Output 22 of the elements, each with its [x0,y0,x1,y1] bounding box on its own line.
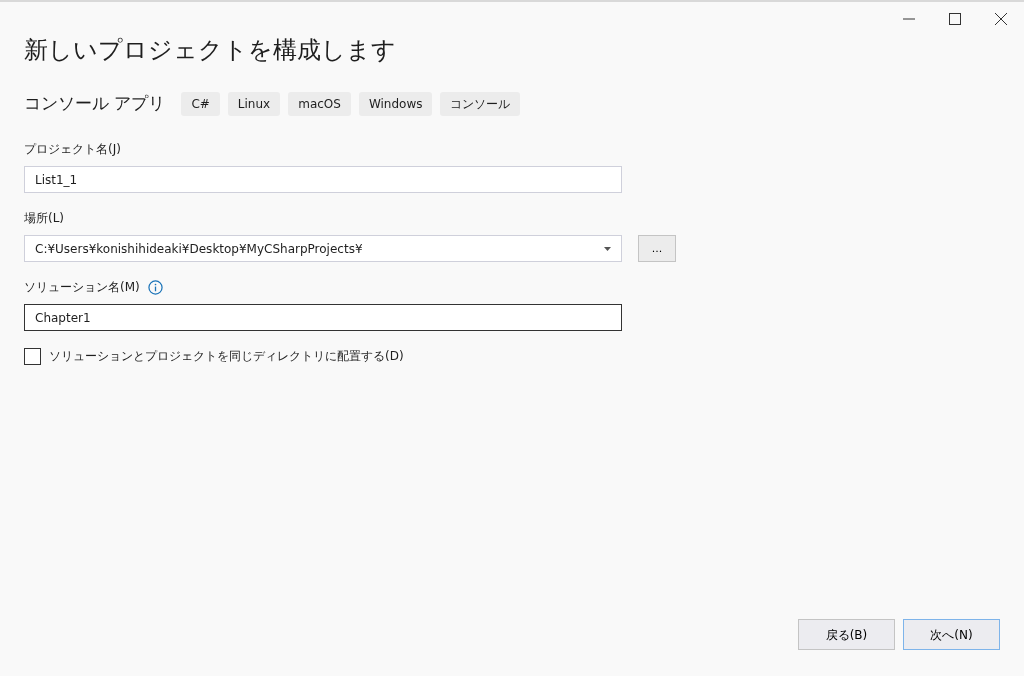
back-button[interactable]: 戻る(B) [798,619,895,650]
template-name: コンソール アプリ [24,91,166,115]
field-label: プロジェクト名(J) [24,141,121,159]
tag: Windows [358,91,433,116]
checkbox[interactable] [24,347,41,365]
maximize-icon[interactable] [949,13,961,25]
tag: Linux [227,91,281,116]
dialog-title: 新しいプロジェクトを構成します [24,36,397,65]
caret-icon [604,246,611,251]
tag: コンソール [440,91,521,116]
close-icon[interactable] [995,13,1007,25]
info-icon [147,279,163,295]
next-button[interactable]: 次へ(N) [903,619,1000,650]
field-label: 場所(L) [24,210,65,228]
browse-button[interactable]: ... [638,235,676,263]
checkbox-label: ソリューションとプロジェクトを同じディレクトリに配置する(D) [49,348,404,366]
location-dropdown[interactable]: C:¥Users¥konishihideaki¥Desktop¥MyCSharpProjects¥ [24,235,622,263]
field-label: ソリューション名(M) [24,279,140,297]
input-field[interactable]: Chapter1 [24,304,622,332]
tag: macOS [288,91,351,116]
input-field[interactable]: List1_1 [24,166,622,194]
tag: C# [181,91,220,116]
